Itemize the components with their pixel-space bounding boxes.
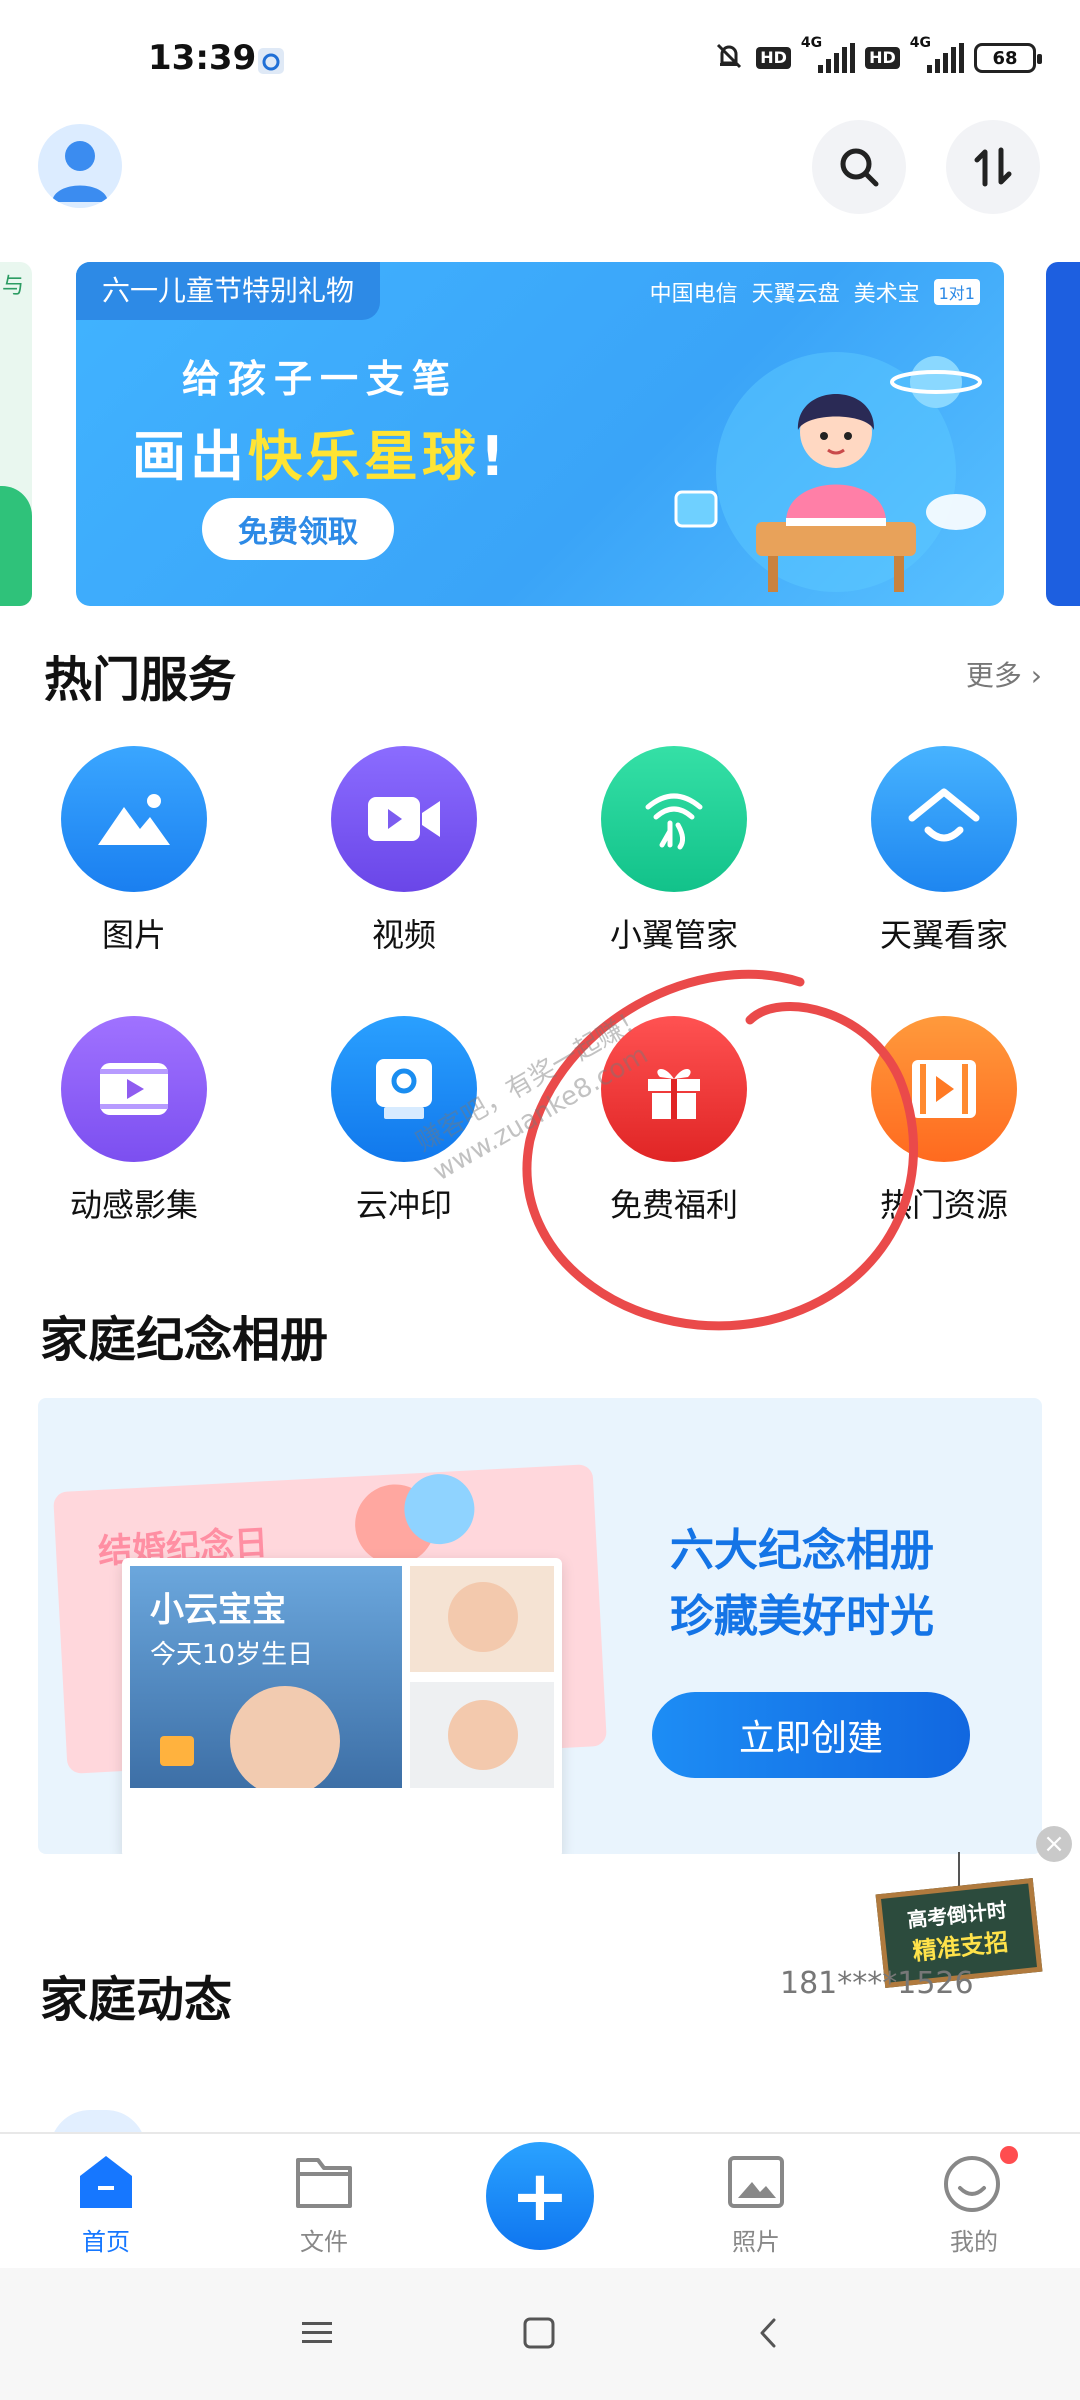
brand-telecom: 中国电信 — [649, 282, 738, 307]
service-xiaoyi-manager[interactable]: 小翼管家 — [574, 746, 774, 956]
hot-services-more-link[interactable]: 更多 › — [966, 654, 1042, 694]
video-camera-icon — [331, 746, 477, 892]
nav-files-label: 文件 — [300, 2228, 348, 2256]
banner-brands: 中国电信 天翼云盘 美术宝 1对1 — [650, 276, 980, 308]
status-time: 13:39 — [148, 38, 257, 78]
banner-prev-peek-text: 与 — [2, 274, 25, 299]
user-avatar[interactable] — [38, 124, 122, 208]
album-slogan: 六大纪念相册 珍藏美好时光 — [670, 1525, 934, 1642]
wifi-signal-icon — [601, 746, 747, 892]
search-icon — [840, 148, 879, 187]
album-baby-photo-2 — [410, 1682, 554, 1788]
family-feed-title: 家庭动态 — [40, 1972, 233, 2028]
service-videos[interactable]: 视频 — [304, 746, 504, 956]
album-front-card: 小云宝宝 今天10岁生日 — [122, 1558, 562, 1854]
red-circle-annotation — [522, 969, 918, 1331]
service-images[interactable]: 图片 — [34, 746, 234, 956]
brand-cloud: 天翼云盘 — [751, 282, 840, 307]
create-album-button[interactable]: 立即创建 — [652, 1692, 970, 1778]
service-dynamic-album[interactable]: 动感影集 — [34, 1016, 234, 1226]
system-nav-bar — [0, 2268, 1080, 2400]
home-smile-icon — [871, 746, 1017, 892]
nav-photos-label: 照片 — [732, 2228, 780, 2256]
family-album-title: 家庭纪念相册 — [40, 1312, 329, 1368]
brand-badge: 1对1 — [933, 279, 980, 305]
nav-me-label: 我的 — [950, 2228, 998, 2256]
signal-icon-2: 4G — [910, 35, 964, 73]
family-album-card[interactable]: 结婚纪念日 小云宝宝 今天10岁生日 六大纪念相册 珍藏美好时光 立即创建 — [38, 1398, 1042, 1854]
nav-photos[interactable]: 照片 — [686, 2152, 826, 2257]
folder-icon — [296, 2158, 352, 2208]
banner-girl-drawing-illustration — [674, 352, 986, 592]
transfer-button[interactable] — [946, 120, 1040, 214]
hd-badge: HD — [756, 47, 791, 69]
upload-download-icon — [974, 147, 1012, 187]
hd-badge-2: HD — [865, 47, 900, 69]
service-label: 动感影集 — [69, 1186, 198, 1224]
notification-dot — [1000, 2146, 1018, 2164]
plus-icon: + — [510, 2155, 570, 2237]
avatar-person-icon — [52, 141, 108, 202]
add-button[interactable]: + — [486, 2142, 594, 2250]
banner-claim-button[interactable]: 免费领取 — [202, 498, 394, 560]
signal-icon: 4G — [801, 35, 856, 73]
film-album-icon — [61, 1016, 207, 1162]
banner-next-peek[interactable] — [1046, 262, 1080, 606]
status-indicators: HD 4G HD 4G 68 — [712, 35, 1042, 80]
app-notification-icon — [258, 48, 284, 74]
nav-home[interactable]: 首页 — [36, 2152, 176, 2257]
image-icon — [61, 746, 207, 892]
menu-icon[interactable] — [300, 2316, 334, 2350]
service-label: 视频 — [371, 916, 436, 954]
album-main-photo: 小云宝宝 今天10岁生日 — [130, 1566, 402, 1788]
service-label: 云冲印 — [355, 1186, 452, 1224]
banner-headline-2: 画出快乐星球! — [132, 425, 509, 488]
album-front-card-title: 小云宝宝 — [150, 1590, 286, 1630]
smile-profile-icon — [944, 2156, 1000, 2212]
brand-art: 美术宝 — [853, 282, 920, 307]
battery-icon: 68 — [974, 43, 1042, 73]
service-label: 小翼管家 — [609, 916, 738, 954]
photo-icon — [728, 2156, 784, 2208]
album-baby-photo-1 — [410, 1566, 554, 1672]
nav-files[interactable]: 文件 — [254, 2152, 394, 2257]
ad-close-button[interactable]: × — [1036, 1826, 1072, 1862]
service-tianyi-home-watch[interactable]: 天翼看家 — [844, 746, 1044, 956]
home-icon — [80, 2156, 132, 2208]
hot-services-title: 热门服务 — [44, 652, 237, 708]
back-icon[interactable] — [752, 2316, 786, 2350]
banner-tag: 六一儿童节特别礼物 — [76, 262, 381, 320]
banner-headline-1: 给孩子一支笔 — [182, 357, 459, 401]
nav-me[interactable]: 我的 — [904, 2146, 1044, 2257]
banner-prev-peek[interactable]: 与 — [0, 262, 32, 606]
home-square-icon[interactable] — [522, 2316, 556, 2350]
nav-home-label: 首页 — [82, 2228, 130, 2256]
mute-bell-icon — [712, 39, 746, 77]
service-label: 图片 — [101, 916, 166, 954]
album-front-card-subtitle: 今天10岁生日 — [150, 1640, 314, 1670]
search-button[interactable] — [812, 120, 906, 214]
family-phone-number[interactable]: 181****1526 — [780, 1966, 974, 2001]
service-label: 天翼看家 — [879, 916, 1008, 954]
promo-banner[interactable]: 六一儿童节特别礼物 中国电信 天翼云盘 美术宝 1对1 给孩子一支笔 画出快乐星… — [76, 262, 1004, 606]
